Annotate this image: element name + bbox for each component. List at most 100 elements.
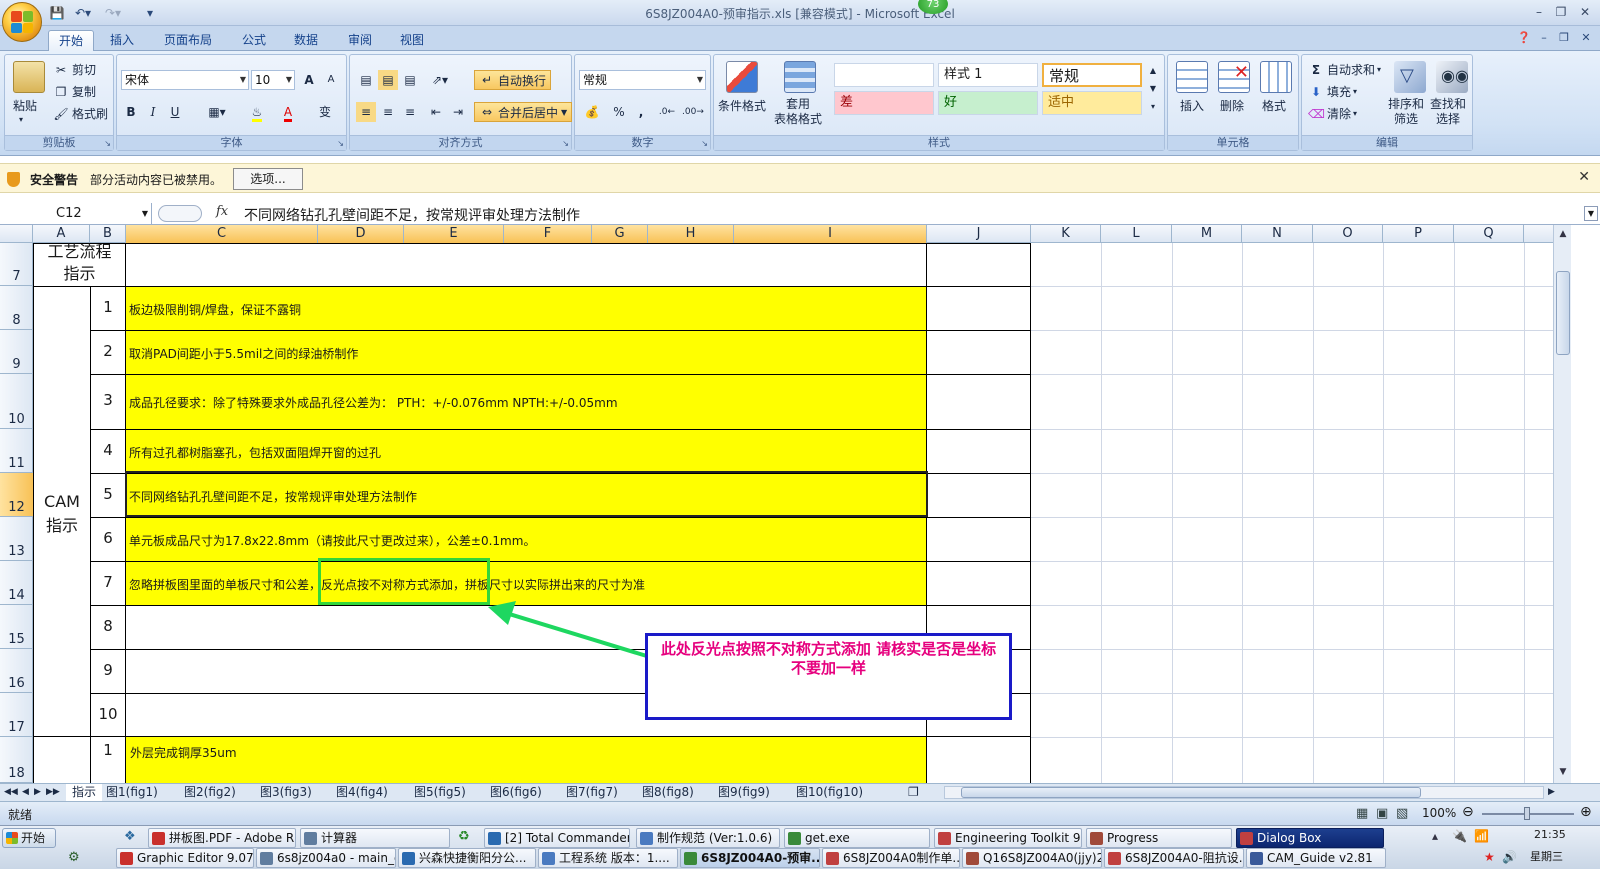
sheet-tab[interactable]: 图2(fig2): [184, 784, 236, 801]
column-header[interactable]: N: [1242, 225, 1313, 243]
tab-insert[interactable]: 插入: [100, 30, 144, 51]
taskbar-button[interactable]: [2] Total Commander 7...: [484, 828, 630, 848]
alignment-launcher-icon[interactable]: ↘: [562, 139, 569, 148]
copy-button[interactable]: ❐ 复制: [53, 83, 96, 100]
table-cell[interactable]: [926, 473, 1031, 518]
list-item-number-cell[interactable]: 9: [90, 649, 126, 694]
vertical-scrollbar[interactable]: ▲ ▼: [1553, 225, 1571, 783]
row-header[interactable]: 9: [0, 330, 33, 374]
style-cell-bad[interactable]: 差: [834, 91, 934, 115]
expand-formula-icon[interactable]: ▼: [1584, 206, 1598, 221]
row-header[interactable]: 12: [0, 473, 33, 517]
sheet-tab[interactable]: 图7(fig7): [566, 784, 618, 801]
zoom-slider-thumb[interactable]: [1524, 807, 1530, 820]
paste-icon[interactable]: [13, 61, 45, 93]
align-middle-icon[interactable]: ▤: [378, 70, 398, 90]
taskbar-button[interactable]: 制作规范 (Ver:1.0.6): [636, 828, 780, 848]
row-header[interactable]: 10: [0, 374, 33, 429]
font-launcher-icon[interactable]: ↘: [337, 139, 344, 148]
instruction-cell[interactable]: 取消PAD间距小于5.5mil之间的绿油桥制作: [125, 330, 927, 375]
number-format-combo[interactable]: 常规 ▼: [579, 70, 706, 90]
insert-function-button[interactable]: fx: [216, 204, 228, 219]
zoom-level[interactable]: 100%: [1422, 806, 1456, 820]
section-title-cell[interactable]: 工艺流程 指示: [33, 242, 126, 287]
percent-button[interactable]: %: [609, 102, 629, 122]
formula-content[interactable]: 不同网络钻孔孔壁间距不足，按常规评审处理方法制作: [244, 205, 580, 225]
font-color-button[interactable]: A: [275, 102, 301, 122]
sheet-tab[interactable]: 图1(fig1): [106, 784, 158, 801]
list-item-number-cell[interactable]: 3: [90, 374, 126, 430]
style-cell-good[interactable]: 好: [938, 91, 1038, 115]
row-header[interactable]: 18: [0, 737, 33, 783]
column-header[interactable]: J: [927, 225, 1031, 243]
scroll-right-icon[interactable]: ▶: [1548, 784, 1555, 801]
font-size-combo[interactable]: 10 ▼: [251, 70, 295, 90]
delete-cells-button[interactable]: 删除: [1220, 97, 1244, 114]
instruction-cell[interactable]: 单元板成品尺寸为17.8x22.8mm（请按此尺寸更改过来），公差±0.1mm。: [125, 517, 927, 562]
table-cell[interactable]: [926, 374, 1031, 430]
worksheet-grid[interactable]: A B C D E F G H I J K L M N O P Q 7 8 9 …: [0, 225, 1600, 783]
column-header[interactable]: E: [404, 225, 504, 243]
merge-center-button[interactable]: ⇔ 合并后居中 ▼: [474, 102, 573, 122]
taskbar-button[interactable]: get.exe: [784, 828, 930, 848]
column-header[interactable]: Q: [1454, 225, 1524, 243]
sheet-tab[interactable]: 图4(fig4): [336, 784, 388, 801]
align-center-icon[interactable]: ≡: [378, 102, 398, 122]
column-header[interactable]: F: [504, 225, 592, 243]
column-header[interactable]: H: [648, 225, 734, 243]
column-header[interactable]: G: [592, 225, 648, 243]
bold-button[interactable]: B: [121, 102, 141, 122]
styles-scroll-icon[interactable]: ▲ ▼ ▾: [1146, 61, 1160, 117]
wrap-text-button[interactable]: ↵ 自动换行: [474, 70, 552, 90]
tab-data[interactable]: 数据: [284, 30, 328, 51]
list-item-number-cell[interactable]: 7: [90, 561, 126, 606]
conditional-format-icon[interactable]: [726, 61, 758, 93]
increase-decimal-icon[interactable]: .0←: [657, 102, 677, 122]
help-icon[interactable]: ❓: [1516, 30, 1532, 46]
zoom-out-icon[interactable]: ⊖: [1462, 804, 1474, 820]
column-header[interactable]: D: [318, 225, 404, 243]
number-launcher-icon[interactable]: ↘: [701, 139, 708, 148]
taskbar-button[interactable]: 6S8JZ004A0-预审...: [680, 848, 820, 868]
quick-launch-icon[interactable]: ♻: [458, 829, 474, 845]
style-cell-style1[interactable]: 样式 1: [938, 63, 1038, 87]
sheet-tab[interactable]: 图9(fig9): [718, 784, 770, 801]
paste-dropdown-icon[interactable]: ▾: [19, 115, 23, 124]
align-left-icon[interactable]: ≡: [356, 102, 376, 122]
page-layout-view-icon[interactable]: ▣: [1376, 806, 1388, 821]
normal-view-icon[interactable]: ▦: [1356, 806, 1368, 821]
decrease-indent-icon[interactable]: ⇤: [426, 102, 446, 122]
instruction-cell[interactable]: 所有过孔都树脂塞孔，包括双面阻焊开窗的过孔: [125, 429, 927, 474]
start-button[interactable]: 开始: [2, 828, 56, 848]
style-cell-neutral[interactable]: 适中: [1042, 91, 1142, 115]
fill-button[interactable]: ⬇ 填充 ▾: [1308, 83, 1357, 100]
minimize-icon[interactable]: –: [1530, 3, 1548, 21]
table-cell[interactable]: [926, 561, 1031, 606]
sheet-tab[interactable]: 图10(fig10): [796, 784, 863, 801]
taskbar-button[interactable]: 6S8JZ004A0制作单....: [822, 848, 960, 868]
align-top-icon[interactable]: ▤: [356, 70, 376, 90]
insert-cells-icon[interactable]: [1176, 61, 1208, 93]
quick-launch-icon[interactable]: ❖: [124, 829, 140, 845]
taskbar-button[interactable]: Progress: [1086, 828, 1232, 848]
next-sheet-icon[interactable]: ▶: [34, 784, 41, 801]
grow-font-button[interactable]: A: [299, 70, 319, 90]
increase-indent-icon[interactable]: ⇥: [448, 102, 468, 122]
column-header[interactable]: O: [1313, 225, 1383, 243]
underline-button[interactable]: U: [165, 102, 185, 122]
table-cell[interactable]: [926, 286, 1031, 331]
fill-color-button[interactable]: ♨: [241, 102, 273, 122]
sheet-tab[interactable]: 图5(fig5): [414, 784, 466, 801]
taskbar-button[interactable]: Q16S8JZ004A0(jjy)2...: [962, 848, 1102, 868]
volume-icon[interactable]: 🔊: [1502, 850, 1517, 864]
sort-filter-icon[interactable]: ▽: [1394, 61, 1426, 93]
select-all-corner[interactable]: [0, 225, 33, 243]
row-header[interactable]: 17: [0, 693, 33, 737]
formula-bar-buttons[interactable]: [158, 205, 202, 222]
cut-button[interactable]: ✂ 剪切: [53, 61, 96, 78]
delete-cells-icon[interactable]: ✕: [1218, 61, 1250, 93]
row-header[interactable]: 16: [0, 649, 33, 693]
instruction-cell[interactable]: 成品孔径要求：除了特殊要求外成品孔径公差为： PTH：+/-0.076mm NP…: [125, 374, 927, 430]
taskbar-button[interactable]: 工程系统 版本：1....: [538, 848, 678, 868]
scroll-thumb[interactable]: [1556, 271, 1570, 355]
